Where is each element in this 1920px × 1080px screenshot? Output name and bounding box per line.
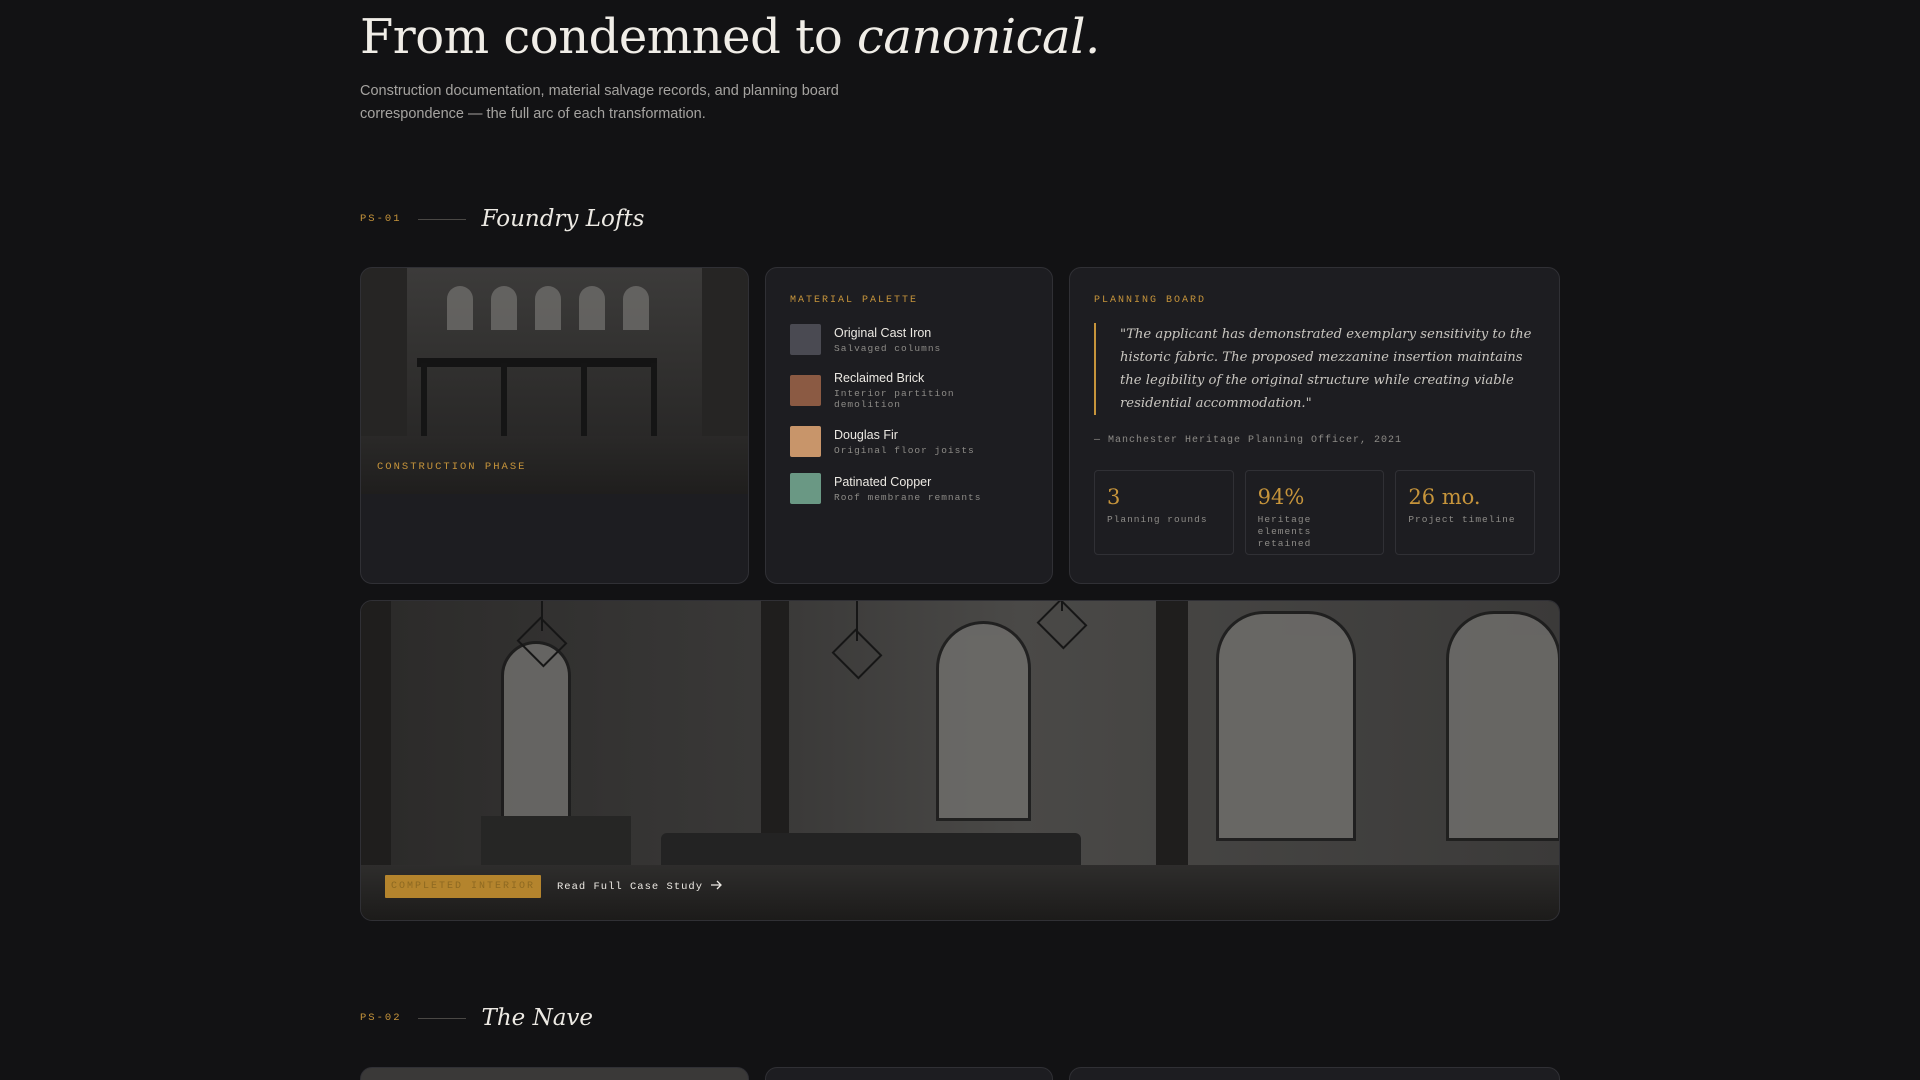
swatch-name: Original Cast Iron: [834, 325, 932, 340]
section-code: PS-02: [360, 1012, 402, 1024]
stats-row: 3 Planning rounds 94% Heritage elements …: [1094, 470, 1536, 555]
read-case-study-link[interactable]: Read Full Case Study: [557, 880, 723, 894]
section-divider: [417, 218, 466, 220]
planning-board-label: PLANNING BOARD: [1094, 295, 1207, 306]
stat-value: 94%: [1257, 485, 1305, 509]
swatch-item: Douglas Fir Original floor joists: [790, 426, 1028, 457]
stat-label: Planning rounds: [1107, 514, 1208, 525]
section2-planning-card: [1069, 1067, 1560, 1080]
swatch-name: Patinated Copper: [834, 474, 932, 489]
planning-quote: "The applicant has demonstrated exemplar…: [1094, 323, 1535, 415]
arrow-right-icon: [711, 880, 723, 894]
section-code: PS-01: [360, 213, 402, 225]
construction-photo-card[interactable]: CONSTRUCTION PHASE: [360, 267, 749, 584]
planning-board-card: PLANNING BOARD "The applicant has demons…: [1069, 267, 1560, 584]
color-swatch: [790, 426, 821, 457]
construction-phase-label: CONSTRUCTION PHASE: [377, 461, 527, 473]
color-swatch: [790, 375, 821, 406]
section-header-ps01: PS-01 Foundry Lofts: [360, 206, 644, 232]
section2-palette-card: [765, 1067, 1053, 1080]
material-palette-label: MATERIAL PALETTE: [790, 295, 919, 306]
quote-source: — Manchester Heritage Planning Officer, …: [1094, 435, 1403, 446]
read-case-study-label: Read Full Case Study: [557, 881, 704, 893]
section2-photo-card[interactable]: [360, 1067, 749, 1080]
color-swatch: [790, 473, 821, 504]
stat-label: Heritage elements retained: [1257, 514, 1312, 549]
swatch-name: Douglas Fir: [834, 427, 898, 442]
stat-label: Project timeline: [1408, 514, 1516, 525]
hero-section: From condemned to canonical. Constructio…: [360, 6, 1560, 126]
swatch-description: Interior partition demolition: [834, 388, 955, 410]
page-subtitle: Construction documentation, material sal…: [360, 83, 839, 122]
material-palette-card: MATERIAL PALETTE Original Cast Iron Salv…: [765, 267, 1053, 584]
swatch-description: Roof membrane remnants: [834, 491, 982, 503]
swatch-item: Reclaimed Brick Interior partition demol…: [790, 371, 1028, 410]
page-title-plain: From condemned to: [360, 9, 858, 65]
section-title: The Nave: [481, 1005, 594, 1031]
completed-interior-card[interactable]: COMPLETED INTERIOR Read Full Case Study: [360, 600, 1560, 921]
stat-value: 26 mo.: [1408, 485, 1481, 509]
page-title: From condemned to canonical.: [360, 6, 1560, 68]
swatch-description: Salvaged columns: [834, 342, 942, 354]
stat-heritage-retained: 94% Heritage elements retained: [1244, 470, 1385, 555]
swatch-name: Reclaimed Brick: [834, 371, 925, 385]
section-header-ps02: PS-02 The Nave: [360, 1005, 593, 1031]
swatch-item: Original Cast Iron Salvaged columns: [790, 324, 1028, 355]
swatch-item: Patinated Copper Roof membrane remnants: [790, 473, 1028, 504]
completed-interior-badge: COMPLETED INTERIOR: [385, 875, 541, 898]
page-title-italic: canonical.: [857, 9, 1100, 65]
stat-planning-rounds: 3 Planning rounds: [1094, 470, 1234, 555]
stat-project-timeline: 26 mo. Project timeline: [1395, 470, 1536, 555]
stat-value: 3: [1107, 485, 1121, 509]
completed-interior-photo: [361, 601, 1559, 920]
color-swatch: [790, 324, 821, 355]
swatch-list: Original Cast Iron Salvaged columns Recl…: [790, 324, 1028, 504]
section-title: Foundry Lofts: [481, 206, 645, 232]
section-divider: [417, 1017, 466, 1019]
swatch-description: Original floor joists: [834, 444, 975, 456]
